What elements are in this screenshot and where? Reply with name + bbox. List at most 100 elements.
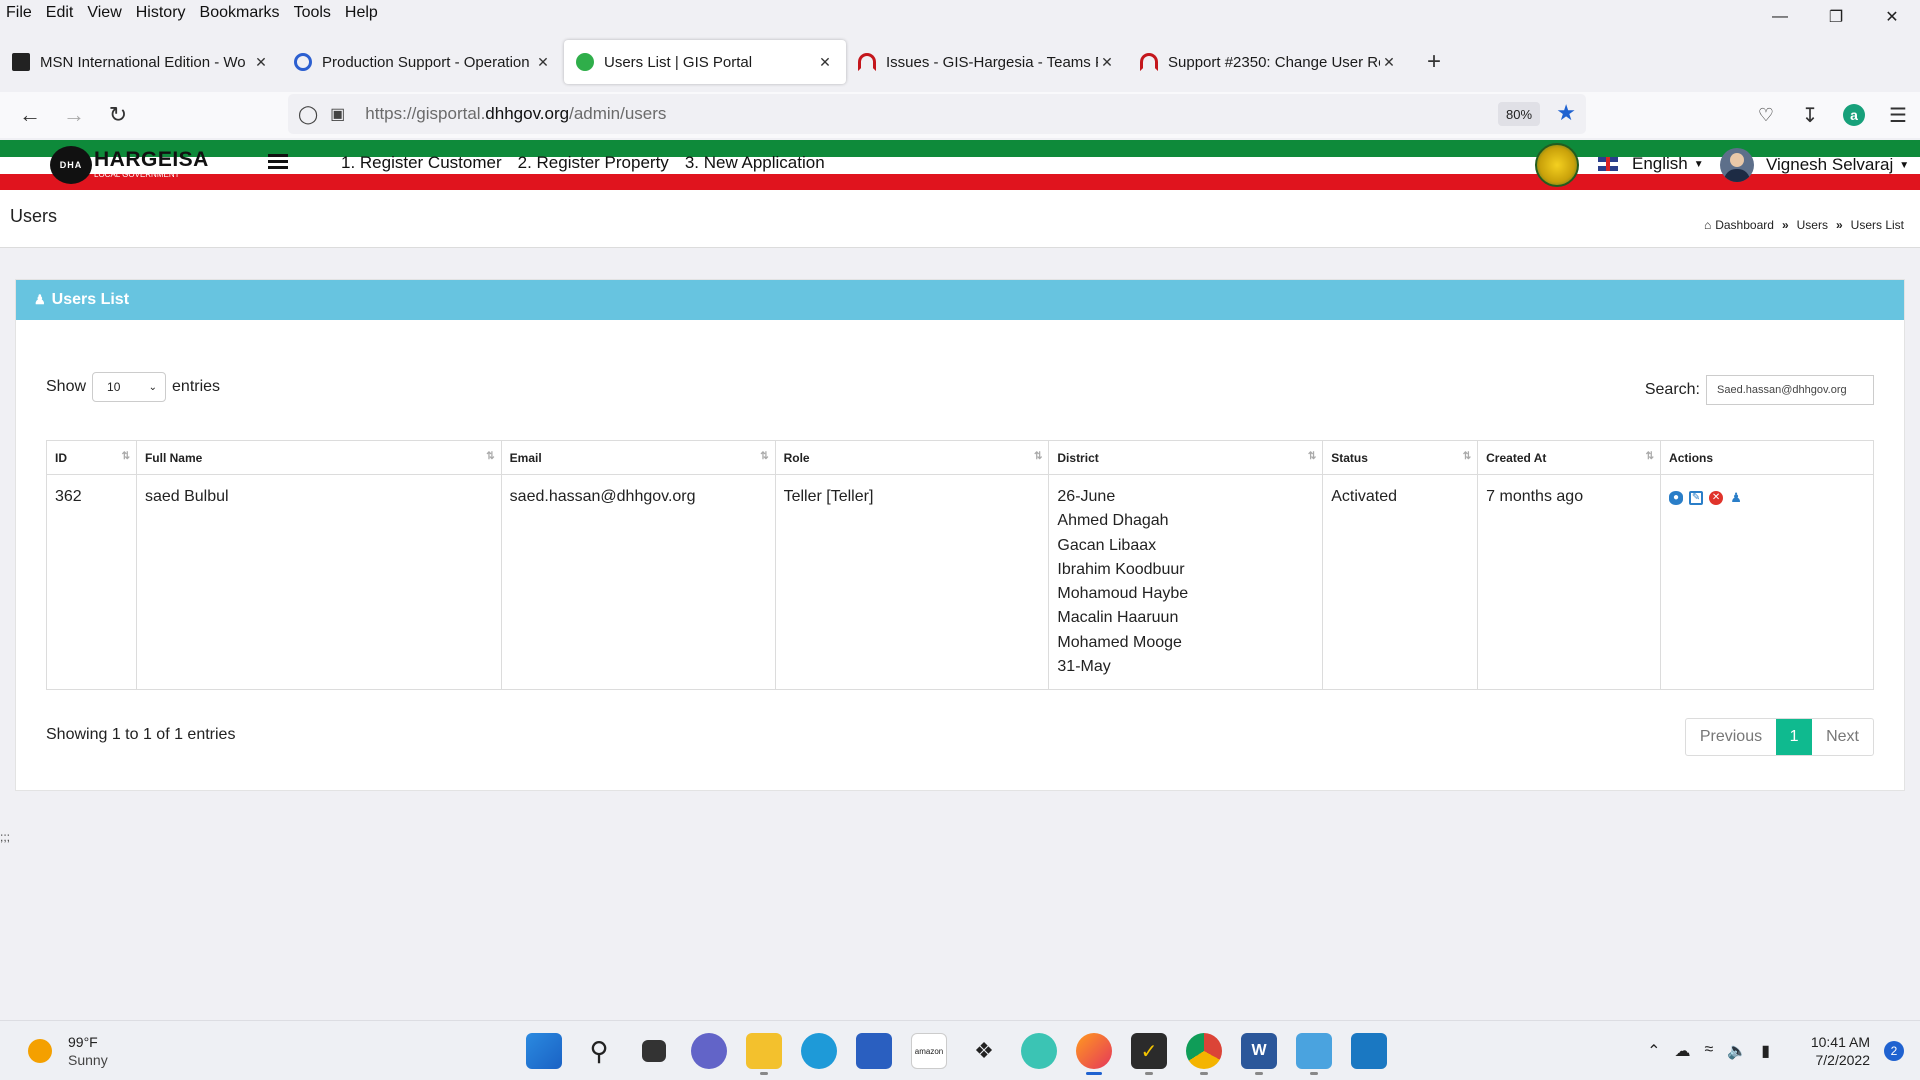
- volume-icon[interactable]: 🔈: [1727, 1041, 1747, 1061]
- forward-icon[interactable]: →: [52, 95, 96, 135]
- district-item: Mohamed Mooge: [1057, 633, 1182, 651]
- col-role[interactable]: Role ⇅: [774, 440, 1050, 475]
- onedrive-icon[interactable]: ☁: [1674, 1041, 1690, 1061]
- amazon-icon[interactable]: amazon: [911, 1033, 947, 1069]
- shield-icon[interactable]: ◯: [298, 104, 318, 125]
- notepad-icon[interactable]: [1296, 1033, 1332, 1075]
- teams-chat-icon[interactable]: [691, 1033, 727, 1069]
- lock-icon[interactable]: ▣: [330, 104, 345, 124]
- amazon-assistant-icon[interactable]: a: [1832, 95, 1876, 135]
- menu-bookmarks[interactable]: Bookmarks: [193, 4, 287, 22]
- nav-register-property[interactable]: 2. Register Property: [518, 153, 669, 173]
- chevron-up-icon[interactable]: ⌃: [1647, 1041, 1660, 1061]
- file-explorer-icon[interactable]: [746, 1033, 782, 1075]
- hargeisa-logo[interactable]: DHA HARGEISA LOCAL GOVERNMENT: [50, 145, 209, 185]
- user-menu[interactable]: Vignesh Selvaraj ▼: [1720, 148, 1909, 182]
- edit-icon[interactable]: ✎: [1689, 491, 1704, 505]
- user-role-icon[interactable]: ♟: [1729, 490, 1743, 505]
- cell-actions: ● ✎ ✕ ♟: [1660, 473, 1874, 691]
- close-tab-icon[interactable]: ✕: [534, 54, 552, 71]
- close-tab-icon[interactable]: ✕: [1098, 54, 1116, 71]
- sort-icon: ⇅: [1462, 451, 1472, 462]
- col-id[interactable]: ID ⇅: [46, 440, 137, 475]
- breadcrumb-dashboard[interactable]: Dashboard: [1715, 218, 1774, 232]
- zoom-level[interactable]: 80%: [1498, 102, 1540, 126]
- close-window-icon[interactable]: ✕: [1864, 0, 1920, 34]
- tab-title: Users List | GIS Portal: [604, 53, 753, 71]
- word-icon[interactable]: W: [1241, 1033, 1277, 1075]
- tab-issues[interactable]: Issues - GIS-Hargesia - Teams P ✕: [846, 40, 1128, 84]
- search-icon[interactable]: ⚲: [581, 1033, 617, 1069]
- next-page-button[interactable]: Next: [1812, 719, 1873, 755]
- col-status[interactable]: Status ⇅: [1322, 440, 1479, 475]
- battery-icon[interactable]: ▮: [1761, 1041, 1770, 1061]
- breadcrumb-users[interactable]: Users: [1797, 218, 1828, 232]
- new-tab-icon[interactable]: +: [1414, 42, 1454, 82]
- close-tab-icon[interactable]: ✕: [816, 54, 834, 71]
- firefox-icon[interactable]: [1076, 1033, 1112, 1075]
- date: 7/2/2022: [1815, 1052, 1871, 1068]
- view-eye-icon[interactable]: ●: [1669, 491, 1684, 505]
- col-district[interactable]: District ⇅: [1048, 440, 1324, 475]
- bookmark-star-icon[interactable]: ★: [1556, 100, 1576, 126]
- col-full-name[interactable]: Full Name ⇅: [135, 440, 502, 475]
- nav-new-application[interactable]: 3. New Application: [685, 153, 825, 173]
- downloads-icon[interactable]: ↧: [1788, 95, 1832, 135]
- weather-widget[interactable]: 99°F Sunny: [28, 1033, 108, 1069]
- taskbar-apps: ⚲ amazon ❖ ✓ W: [526, 1033, 1406, 1075]
- minimize-icon[interactable]: —: [1752, 0, 1808, 34]
- app-nav: 1. Register Customer 2. Register Propert…: [341, 153, 841, 173]
- page-size-select[interactable]: 10 ⌄: [92, 372, 167, 402]
- wifi-icon[interactable]: ≈: [1704, 1041, 1713, 1061]
- menu-view[interactable]: View: [80, 4, 128, 22]
- stray-text: ;;;: [0, 830, 11, 844]
- start-icon[interactable]: [526, 1033, 562, 1069]
- chrome-icon[interactable]: [1186, 1033, 1222, 1075]
- menu-help[interactable]: Help: [338, 4, 385, 22]
- menu-tools[interactable]: Tools: [287, 4, 338, 22]
- sort-icon: ⇅: [1034, 451, 1043, 462]
- back-icon[interactable]: ←: [8, 95, 52, 135]
- search-input[interactable]: Saed.hassan@dhhgov.org: [1706, 375, 1874, 405]
- delete-icon[interactable]: ✕: [1709, 491, 1724, 505]
- menu-file[interactable]: File: [0, 4, 39, 22]
- address-bar[interactable]: ◯ ▣ https://gisportal.dhhgov.org/admin/u…: [288, 94, 1586, 134]
- tab-production-support[interactable]: Production Support - Operation ✕: [282, 40, 564, 84]
- mail-icon[interactable]: [1021, 1033, 1057, 1069]
- notification-badge[interactable]: 2: [1884, 1041, 1904, 1061]
- tab-support[interactable]: Support #2350: Change User Ro ✕: [1128, 40, 1410, 84]
- nav-register-customer[interactable]: 1. Register Customer: [341, 153, 502, 173]
- store-icon[interactable]: [856, 1033, 892, 1069]
- menu-history[interactable]: History: [129, 4, 193, 22]
- edge-icon[interactable]: [801, 1033, 837, 1069]
- hamburger-menu-icon[interactable]: ☰: [1876, 95, 1920, 135]
- page-header: Users ⌂ Dashboard » Users » Users List: [0, 190, 1920, 248]
- url-text: https://gisportal.dhhgov.org/admin/users: [365, 104, 667, 123]
- close-tab-icon[interactable]: ✕: [252, 54, 270, 71]
- home-icon: ⌂: [1703, 218, 1712, 232]
- close-tab-icon[interactable]: ✕: [1380, 54, 1398, 71]
- previous-page-button[interactable]: Previous: [1686, 719, 1776, 755]
- page-1-button[interactable]: 1: [1776, 719, 1813, 755]
- task-view-icon[interactable]: [642, 1040, 666, 1062]
- language-selector[interactable]: English ▼: [1598, 154, 1704, 174]
- restore-icon[interactable]: ❐: [1808, 0, 1864, 34]
- clock[interactable]: 10:41 AM 7/2/2022: [1811, 1033, 1870, 1069]
- col-created-at[interactable]: Created At ⇅: [1477, 440, 1662, 475]
- col-email[interactable]: Email ⇅: [500, 440, 776, 475]
- user-icon: ♟: [34, 292, 46, 307]
- todo-icon[interactable]: ✓: [1131, 1033, 1167, 1075]
- cell-district: 26-June Ahmed Dhagah Gacan Libaax Ibrahi…: [1048, 473, 1324, 691]
- sidebar-toggle-icon[interactable]: [268, 154, 288, 170]
- reload-icon[interactable]: ↻: [96, 95, 140, 135]
- photos-icon[interactable]: [1351, 1033, 1387, 1069]
- menu-edit[interactable]: Edit: [39, 4, 81, 22]
- pocket-icon[interactable]: ♡: [1744, 95, 1788, 135]
- dropbox-icon[interactable]: ❖: [966, 1033, 1002, 1069]
- tab-msn[interactable]: MSN International Edition - Wo ✕: [0, 40, 282, 84]
- search-label: Search:: [1644, 381, 1700, 398]
- navigation-bar: ← → ↻ ◯ ▣ https://gisportal.dhhgov.org/a…: [0, 92, 1920, 138]
- cell-role: Teller [Teller]: [774, 473, 1050, 691]
- tab-users-list[interactable]: Users List | GIS Portal ✕: [564, 40, 846, 84]
- app-header: DHA HARGEISA LOCAL GOVERNMENT 1. Registe…: [0, 140, 1920, 190]
